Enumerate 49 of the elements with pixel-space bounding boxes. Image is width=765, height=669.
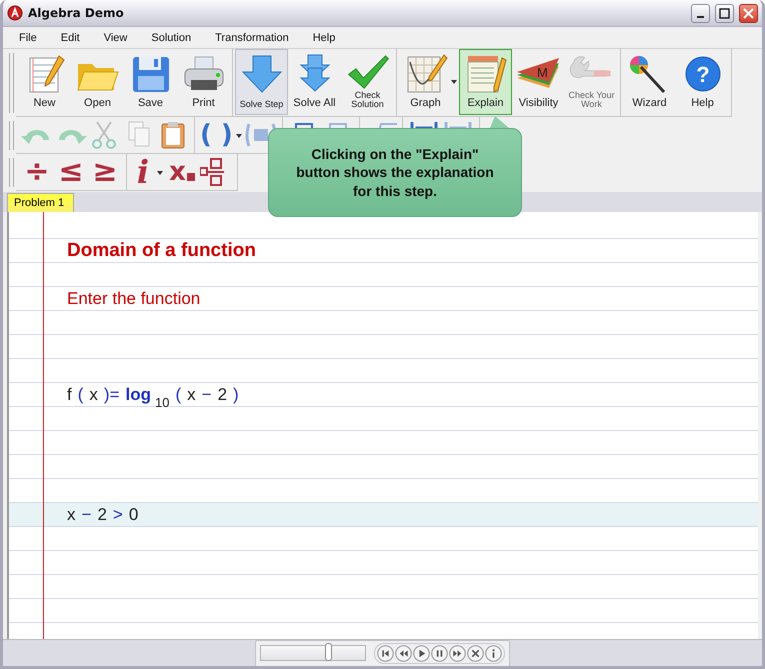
fast-forward-icon[interactable] [449,644,466,662]
menu-item[interactable]: Edit [48,32,92,44]
menu-item[interactable]: File [7,32,49,44]
wizard-button[interactable]: Wizard [623,49,676,115]
stop-icon[interactable] [467,644,484,662]
solve-step-button[interactable]: Solve Step [235,49,288,115]
close-button[interactable] [739,4,758,22]
save-button[interactable]: Save [124,49,177,115]
symbol-button[interactable]: ≤ [55,155,87,189]
toolbar-grip[interactable] [9,158,14,187]
skip-to-start-icon[interactable] [377,644,394,662]
check-solution-button[interactable]: Check Solution [341,49,394,115]
maximize-icon [719,8,730,18]
solve-all-button[interactable]: Solve All [288,49,341,115]
minimize-button[interactable] [691,4,710,22]
menu-item[interactable]: Help [300,32,348,44]
instruction-text: Enter the function [67,288,200,308]
math-expression[interactable]: x − 2 > 0 [67,504,144,524]
toolbar-grip[interactable] [9,53,14,113]
toolbar-grip[interactable] [9,121,14,150]
subscript-button[interactable]: x [166,155,198,189]
rewind-icon[interactable] [395,644,412,662]
menu-item[interactable]: Solution [139,32,204,44]
symbol-button[interactable]: ( ) [200,118,243,152]
explain-button[interactable]: Explain [459,49,512,115]
help-button[interactable]: ? Help [676,49,729,115]
symbol-button[interactable]: ≥ [89,155,121,189]
menu-item[interactable]: View [92,32,140,44]
play-icon[interactable] [413,644,430,662]
document-tab[interactable]: Problem 1 [7,193,74,212]
close-icon [743,8,754,18]
tooltip-text: Clicking on the "Explain" button shows the explanation for this step. [295,145,495,200]
app-logo-icon [7,5,23,21]
new-button[interactable]: New [18,49,71,115]
menu-item[interactable]: Transformation [203,32,301,44]
window-title: Algebra Demo [28,6,125,20]
italic-symbol-button[interactable]: i [132,155,164,189]
section-heading: Domain of a function [67,240,256,262]
symbol-button[interactable]: ÷ [21,155,53,189]
print-button[interactable]: Print [177,49,230,115]
visibility-button[interactable]: M Visibility [512,49,565,115]
minimize-icon [697,16,704,18]
open-button[interactable]: Open [71,49,124,115]
timeline-slider[interactable] [260,645,366,661]
slider-thumb[interactable] [324,643,332,661]
graph-button[interactable]: Graph [399,49,459,115]
info-icon[interactable] [485,644,502,662]
maximize-button[interactable] [715,4,734,22]
pause-icon[interactable] [431,644,448,662]
